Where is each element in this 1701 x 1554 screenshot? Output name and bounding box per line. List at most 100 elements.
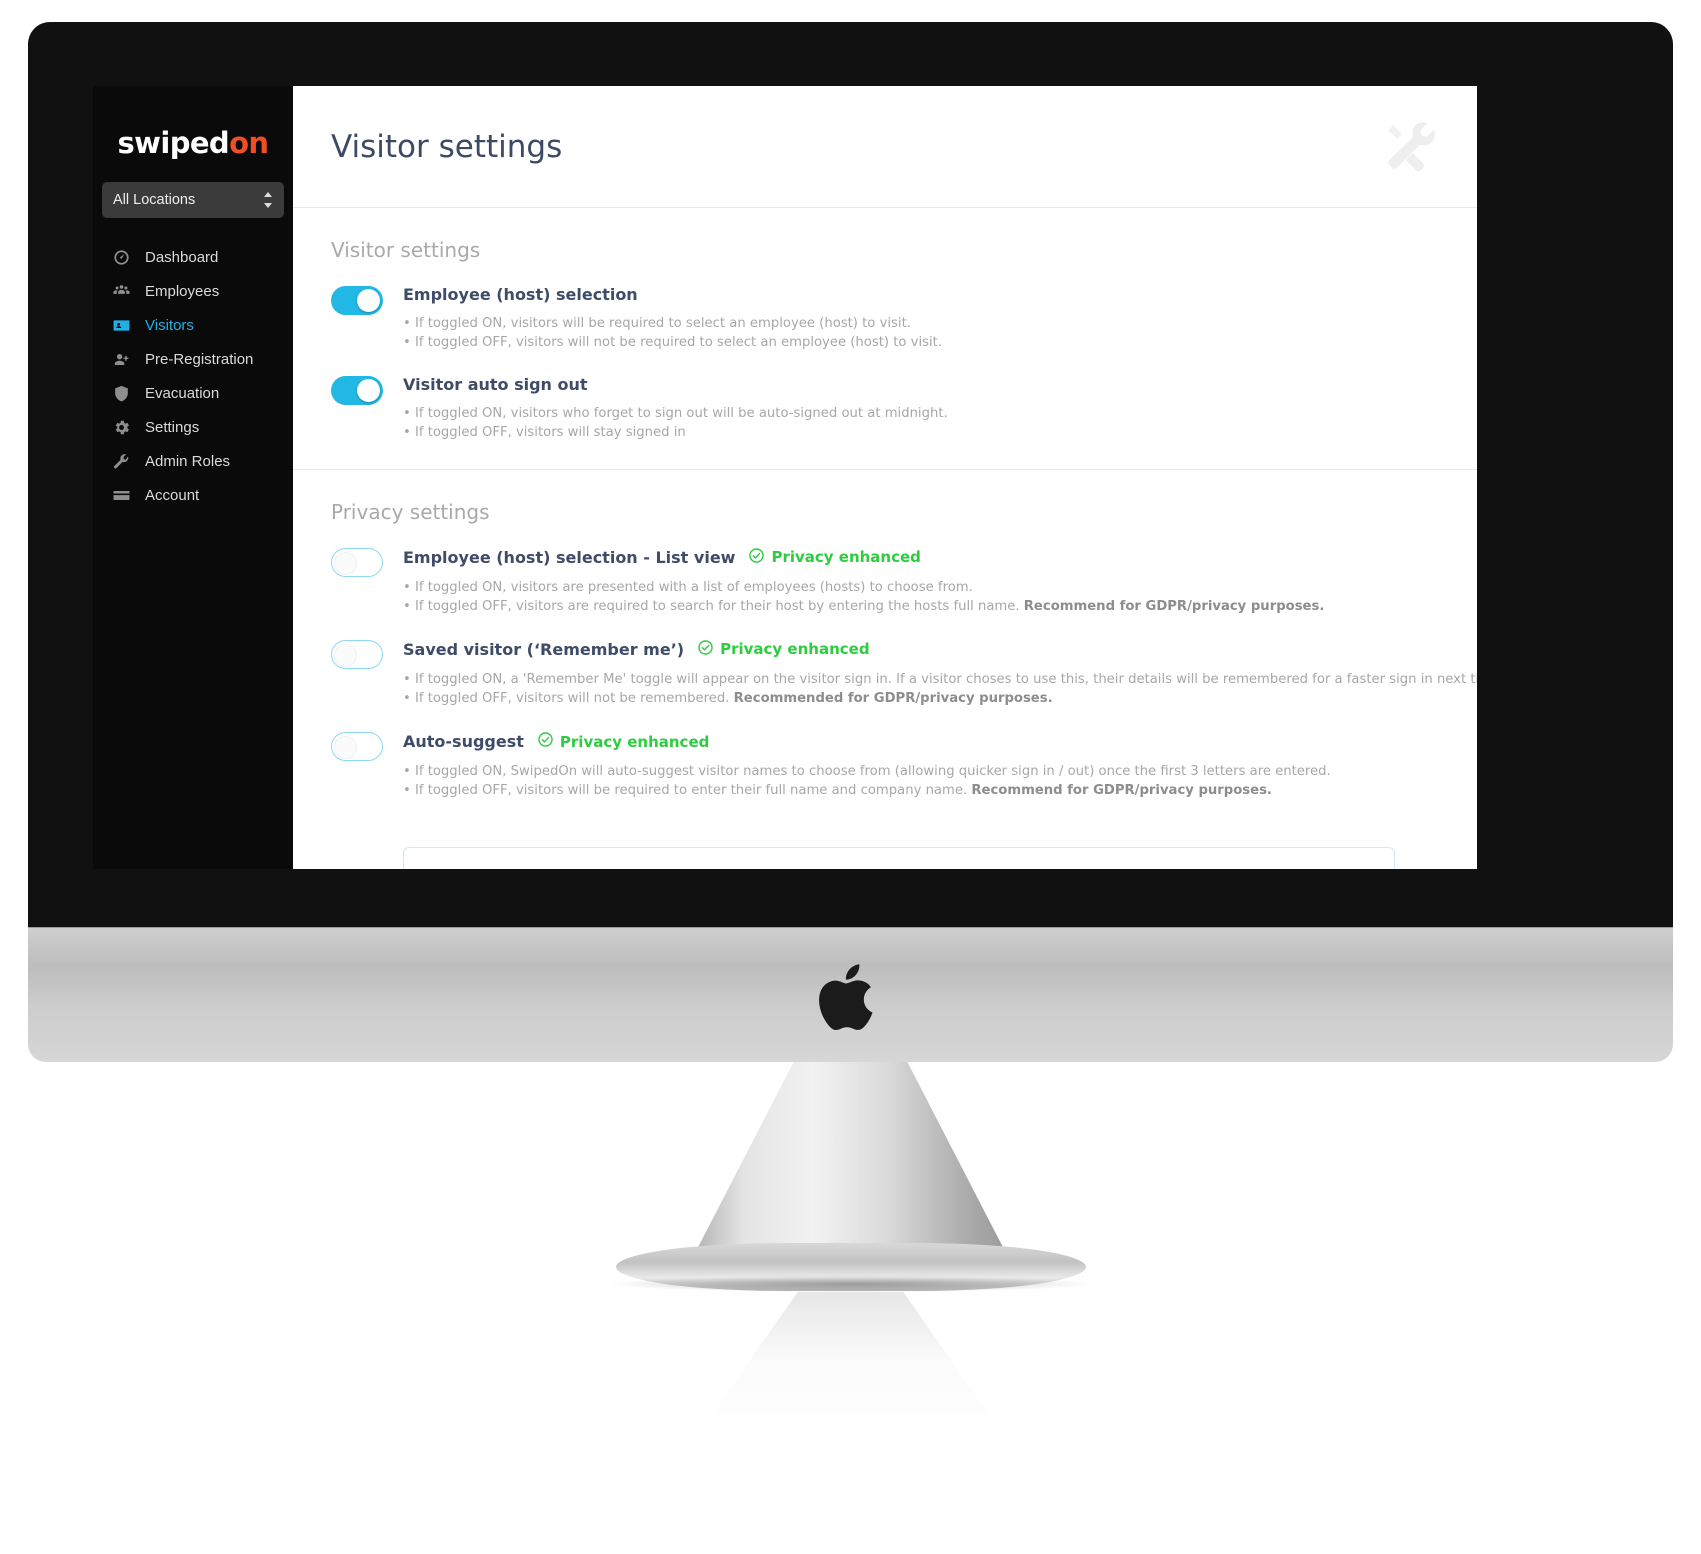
partially-visible-card[interactable]	[403, 847, 1395, 869]
setting-row: Employee (host) selection - List view Pri…	[331, 546, 1439, 616]
setting-body: Saved visitor (‘Remember me’) Privacy enh…	[403, 638, 1477, 708]
setting-description-line: • If toggled ON, SwipedOn will auto-sugg…	[403, 762, 1439, 781]
setting-description-line: • If toggled OFF, visitors will be requi…	[403, 781, 1439, 800]
toggle-switch[interactable]	[331, 732, 383, 762]
sidebar-item-label: Settings	[145, 418, 200, 436]
monitor-neck	[692, 1062, 1009, 1258]
location-selector[interactable]: All Locations	[102, 182, 284, 218]
toggle-switch[interactable]	[331, 639, 383, 669]
credit-card-icon	[111, 485, 131, 505]
sidebar-item-label: Admin Roles	[145, 452, 231, 470]
setting-row: Saved visitor (‘Remember me’) Privacy enh…	[331, 638, 1477, 708]
setting-body: Employee (host) selection - List view Pri…	[403, 546, 1439, 616]
sidebar-item-label: Employees	[145, 282, 220, 300]
description-emphasis: Recommend for GDPR/privacy purposes.	[971, 783, 1272, 799]
sidebar-item-visitors[interactable]: Visitors	[93, 308, 293, 342]
sidebar-item-label: Pre-Registration	[145, 350, 254, 368]
setting-row: Auto-suggest Privacy enhanced • If toggled…	[331, 730, 1439, 800]
description-text: • If toggled OFF, visitors will not be r…	[403, 690, 734, 706]
setting-label: Auto-suggest	[403, 732, 524, 752]
page-title: Visitor settings	[331, 128, 563, 165]
status-badge-label: Privacy enhanced	[559, 732, 710, 751]
section-title: Visitor settings	[331, 238, 481, 262]
setting-label: Employee (host) selection	[403, 285, 638, 304]
screenshot-stage: swipedon All Locations Dashboard Employee…	[0, 0, 1701, 1554]
description-text: • If toggled OFF, visitors will stay sig…	[403, 425, 686, 441]
id-badge-icon	[111, 315, 131, 335]
location-selector-value: All Locations	[113, 192, 196, 208]
setting-description-line: • If toggled OFF, visitors will stay sig…	[403, 423, 1439, 442]
description-emphasis: Recommended for GDPR/privacy purposes.	[733, 690, 1053, 706]
toggle-switch[interactable]	[331, 547, 383, 577]
sidebar-item-dashboard[interactable]: Dashboard	[93, 240, 293, 274]
person-plus-icon	[111, 349, 131, 369]
setting-head: Employee (host) selection	[403, 285, 1439, 304]
setting-label: Employee (host) selection - List view	[403, 547, 736, 567]
section-title: Privacy settings	[331, 499, 490, 524]
check-circle-icon	[748, 547, 765, 568]
brand-name-accent: on	[229, 126, 269, 160]
setting-label: Visitor auto sign out	[403, 375, 588, 395]
setting-description: • If toggled ON, SwipedOn will auto-sugg…	[403, 762, 1439, 800]
check-circle-icon	[697, 639, 714, 660]
setting-description: • If toggled ON, visitors are presented …	[403, 578, 1439, 616]
swipedon-web-app: swipedon All Locations Dashboard Employee…	[93, 86, 1477, 869]
sort-updown-icon	[263, 191, 273, 209]
sidebar-item-employees[interactable]: Employees	[93, 274, 293, 308]
setting-description-line: • If toggled OFF, visitors will not be r…	[403, 333, 1439, 352]
setting-description-line: • If toggled ON, visitors are presented …	[403, 578, 1439, 597]
setting-body: Employee (host) selection • If toggled ON…	[403, 284, 1439, 352]
swipedon-logo: swipedon	[93, 110, 293, 182]
toggle-knob	[334, 551, 357, 575]
desk-reflection	[685, 1292, 1016, 1452]
page-header: Visitor settings	[293, 86, 1477, 208]
setting-body: Auto-suggest Privacy enhanced • If toggled…	[403, 730, 1439, 800]
description-text: • If toggled OFF, visitors will be requi…	[403, 783, 972, 799]
brand-name-first: swiped	[117, 126, 230, 160]
setting-head: Auto-suggest Privacy enhanced	[403, 731, 1439, 752]
setting-description: • If toggled ON, visitors who forget to …	[403, 404, 1439, 442]
setting-row: Employee (host) selection • If toggled ON…	[331, 284, 1439, 352]
description-text: • If toggled ON, SwipedOn will auto-sugg…	[403, 764, 1331, 780]
sidebar-item-label: Visitors	[145, 316, 194, 334]
description-text: • If toggled ON, visitors who forget to …	[403, 406, 948, 422]
main-content: Visitor settings Visitor settings Employe…	[293, 86, 1477, 869]
status-badge-label: Privacy enhanced	[720, 640, 870, 659]
toggle-knob	[357, 379, 380, 403]
sidebar: swipedon All Locations Dashboard Employee…	[93, 86, 293, 869]
settings-section: Visitor settings Employee (host) selectio…	[293, 208, 1477, 469]
toggle-switch[interactable]	[331, 376, 383, 406]
setting-label: Saved visitor (‘Remember me’)	[403, 639, 685, 659]
setting-description: • If toggled ON, visitors will be requir…	[403, 314, 1439, 352]
check-circle-icon	[537, 731, 554, 752]
toggle-knob	[357, 289, 380, 312]
setting-head: Employee (host) selection - List view Pri…	[403, 547, 1439, 568]
sidebar-item-account[interactable]: Account	[93, 478, 293, 512]
toggle-knob	[334, 736, 357, 760]
tools-wrench-screwdriver-icon[interactable]	[1379, 116, 1441, 178]
sidebar-item-pre-registration[interactable]: Pre-Registration	[93, 342, 293, 376]
sidebar-nav: Dashboard Employees Visitors Pre-Registrati…	[93, 240, 293, 512]
setting-description-line: • If toggled ON, a 'Remember Me' toggle …	[403, 670, 1477, 689]
setting-head: Visitor auto sign out	[403, 375, 1439, 394]
monitor-chin	[28, 927, 1673, 1062]
description-text: • If toggled ON, a 'Remember Me' toggle …	[403, 671, 1477, 687]
toggle-switch[interactable]	[331, 286, 383, 315]
description-text: • If toggled OFF, visitors will not be r…	[403, 335, 943, 351]
sidebar-item-label: Dashboard	[145, 248, 219, 266]
toggle-knob	[334, 643, 357, 667]
setting-description-line: • If toggled ON, visitors who forget to …	[403, 404, 1439, 423]
status-badge: Privacy enhanced	[748, 547, 921, 568]
gear-icon	[111, 417, 131, 437]
sidebar-item-settings[interactable]: Settings	[93, 410, 293, 444]
description-text: • If toggled ON, visitors are presented …	[403, 579, 973, 595]
shield-icon	[111, 383, 131, 403]
setting-description: • If toggled ON, a 'Remember Me' toggle …	[403, 670, 1477, 708]
sidebar-item-evacuation[interactable]: Evacuation	[93, 376, 293, 410]
setting-description-line: • If toggled OFF, visitors will not be r…	[403, 689, 1477, 708]
sidebar-item-admin-roles[interactable]: Admin Roles	[93, 444, 293, 478]
dashboard-gauge-icon	[111, 247, 131, 267]
description-text: • If toggled ON, visitors will be requir…	[403, 316, 911, 331]
settings-section: Privacy settings Employee (host) selectio…	[293, 468, 1477, 827]
base-shadow	[610, 1276, 1091, 1292]
